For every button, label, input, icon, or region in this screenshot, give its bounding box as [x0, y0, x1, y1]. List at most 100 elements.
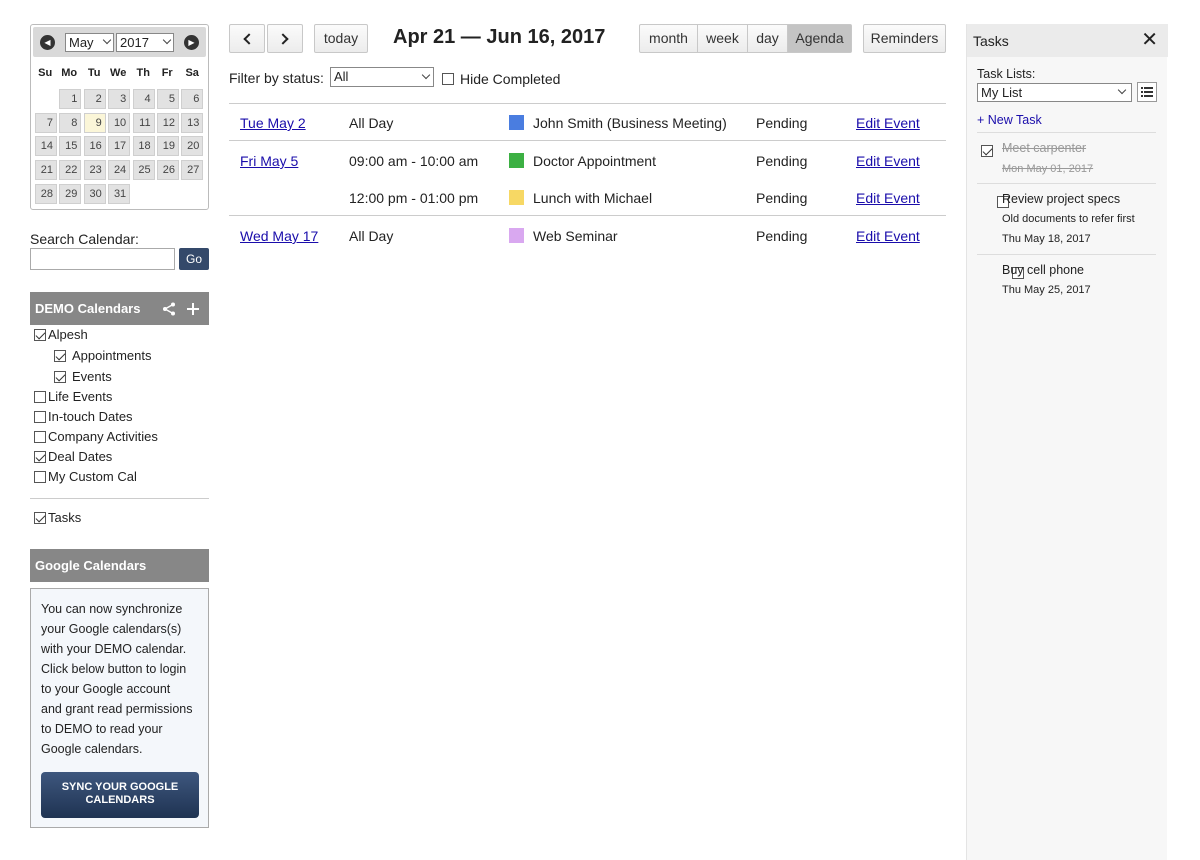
view-day-button[interactable]: day: [747, 24, 788, 53]
google-calendars-header: Google Calendars: [30, 549, 209, 582]
agenda-event-title: Lunch with Michael: [533, 190, 653, 206]
year-select[interactable]: 2017: [116, 33, 174, 52]
mini-calendar-day[interactable]: 27: [181, 160, 204, 181]
mini-calendar-day[interactable]: 25: [132, 160, 155, 181]
task-date: Thu May 25, 2017: [1002, 284, 1091, 296]
checkbox[interactable]: [34, 411, 46, 423]
view-week-button[interactable]: week: [697, 24, 748, 53]
checkbox[interactable]: [442, 73, 454, 85]
task-checkbox[interactable]: [981, 144, 993, 157]
close-icon[interactable]: ✕: [1141, 30, 1158, 50]
mini-calendar-day[interactable]: 20: [181, 136, 204, 157]
agenda-event-title: Doctor Appointment: [533, 153, 656, 169]
task-note: Old documents to refer first: [1002, 213, 1135, 225]
agenda-event-title: John Smith (Business Meeting): [533, 115, 727, 131]
mini-calendar-day[interactable]: 4: [132, 89, 155, 109]
edit-event-link[interactable]: Edit Event: [856, 153, 920, 169]
mini-calendar-day[interactable]: 28: [35, 183, 57, 204]
month-select[interactable]: May: [65, 33, 114, 52]
new-task-link[interactable]: + New Task: [977, 113, 1042, 127]
agenda-date-link[interactable]: Wed May 17: [240, 228, 318, 244]
task-list-select[interactable]: My List: [977, 83, 1132, 102]
calendar-item-life-events[interactable]: Life Events: [34, 388, 112, 406]
description-line: Click below button to login: [41, 662, 187, 676]
mini-calendar-day[interactable]: 6: [181, 89, 204, 109]
mini-calendar-day[interactable]: 1: [59, 89, 82, 109]
task-title: Buy cell phone: [1002, 263, 1085, 277]
calendar-item-deal-dates[interactable]: Deal Dates: [34, 448, 112, 466]
agenda-date-link[interactable]: Fri May 5: [240, 153, 298, 169]
mini-calendar-day[interactable]: 13: [181, 112, 204, 133]
list-view-icon[interactable]: [1137, 82, 1157, 102]
mini-calendar-day[interactable]: 30: [83, 183, 106, 204]
view-agenda-button[interactable]: Agenda: [787, 24, 852, 53]
mini-calendar-day[interactable]: 12: [157, 112, 179, 133]
mini-calendar-day[interactable]: 8: [59, 112, 82, 133]
mini-calendar-day[interactable]: 24: [108, 160, 131, 181]
mini-calendar-day[interactable]: 22: [59, 160, 82, 181]
next-month-icon[interactable]: ▶: [184, 35, 199, 50]
mini-calendar-day[interactable]: 7: [35, 112, 57, 133]
add-calendar-icon[interactable]: [186, 302, 200, 316]
mini-calendar-day[interactable]: 21: [35, 160, 57, 181]
view-month-button[interactable]: month: [639, 24, 698, 53]
mini-calendar-day[interactable]: 9: [83, 112, 106, 133]
checkbox[interactable]: [34, 391, 46, 403]
mini-calendar-day[interactable]: 26: [157, 160, 179, 181]
prev-range-button[interactable]: [229, 24, 265, 53]
next-range-button[interactable]: [267, 24, 303, 53]
calendar-item-tasks[interactable]: Tasks: [34, 509, 81, 527]
mini-calendar-day[interactable]: 14: [35, 136, 57, 157]
weekday-label: Mo: [61, 67, 78, 79]
checkbox[interactable]: [34, 431, 46, 443]
checkbox[interactable]: [54, 371, 66, 383]
calendar-item-events[interactable]: Events: [54, 368, 112, 386]
agenda-time: 09:00 am - 10:00 am: [349, 153, 479, 169]
search-go-button[interactable]: Go: [179, 248, 209, 270]
task-list-value: My List: [981, 85, 1023, 100]
mini-calendar-day[interactable]: 31: [108, 183, 131, 204]
calendar-item-company-activities[interactable]: Company Activities: [34, 428, 158, 446]
mini-calendar-day[interactable]: 17: [108, 136, 131, 157]
mini-calendar-day[interactable]: 19: [157, 136, 179, 157]
mini-calendar-day[interactable]: 16: [83, 136, 106, 157]
mini-calendar-day[interactable]: 3: [108, 89, 131, 109]
hide-completed-toggle[interactable]: Hide Completed: [442, 71, 560, 87]
calendar-item-label: Deal Dates: [48, 449, 113, 464]
edit-event-link[interactable]: Edit Event: [856, 115, 920, 131]
mini-calendar-day[interactable]: 10: [108, 112, 131, 133]
mini-calendar-day[interactable]: 2: [83, 89, 106, 109]
chevron-left-icon: [243, 33, 255, 45]
calendar-item-in-touch-dates[interactable]: In-touch Dates: [34, 408, 133, 426]
tasks-panel: Tasks ✕ Task Lists: My List + New Task M…: [966, 24, 1168, 860]
search-calendar-input[interactable]: [30, 248, 175, 270]
checkbox[interactable]: [54, 350, 66, 362]
prev-month-icon[interactable]: ◀: [40, 35, 55, 50]
today-button[interactable]: today: [314, 24, 368, 53]
status-filter-select[interactable]: All: [330, 67, 434, 87]
mini-calendar-day[interactable]: 23: [83, 160, 106, 181]
checkbox[interactable]: [34, 471, 46, 483]
mini-calendar-day[interactable]: 29: [59, 183, 82, 204]
calendar-item-appointments[interactable]: Appointments: [54, 347, 152, 365]
mini-calendar-day[interactable]: 5: [157, 89, 179, 109]
edit-event-link[interactable]: Edit Event: [856, 228, 920, 244]
agenda-date-link[interactable]: Tue May 2: [240, 115, 306, 131]
mini-calendar-day[interactable]: 11: [132, 112, 155, 133]
checkbox[interactable]: [34, 451, 46, 463]
sync-google-calendars-button[interactable]: SYNC YOUR GOOGLE CALENDARS: [41, 772, 199, 818]
task-title: Review project specs: [1002, 192, 1121, 206]
calendar-item-label: Tasks: [48, 510, 82, 525]
mini-calendar-day[interactable]: 18: [132, 136, 155, 157]
reminders-button[interactable]: Reminders: [863, 24, 946, 53]
mini-calendar-day[interactable]: 15: [59, 136, 82, 157]
calendar-item-alpesh[interactable]: Alpesh: [34, 326, 88, 344]
share-icon[interactable]: [162, 302, 176, 316]
status-filter-value: All: [334, 69, 349, 84]
calendar-item-label: Appointments: [72, 348, 152, 363]
checkbox[interactable]: [34, 329, 46, 341]
checkbox[interactable]: [34, 512, 46, 524]
edit-event-link[interactable]: Edit Event: [856, 190, 920, 206]
calendar-item-label: Life Events: [48, 389, 113, 404]
calendar-item-my-custom-cal[interactable]: My Custom Cal: [34, 468, 137, 486]
